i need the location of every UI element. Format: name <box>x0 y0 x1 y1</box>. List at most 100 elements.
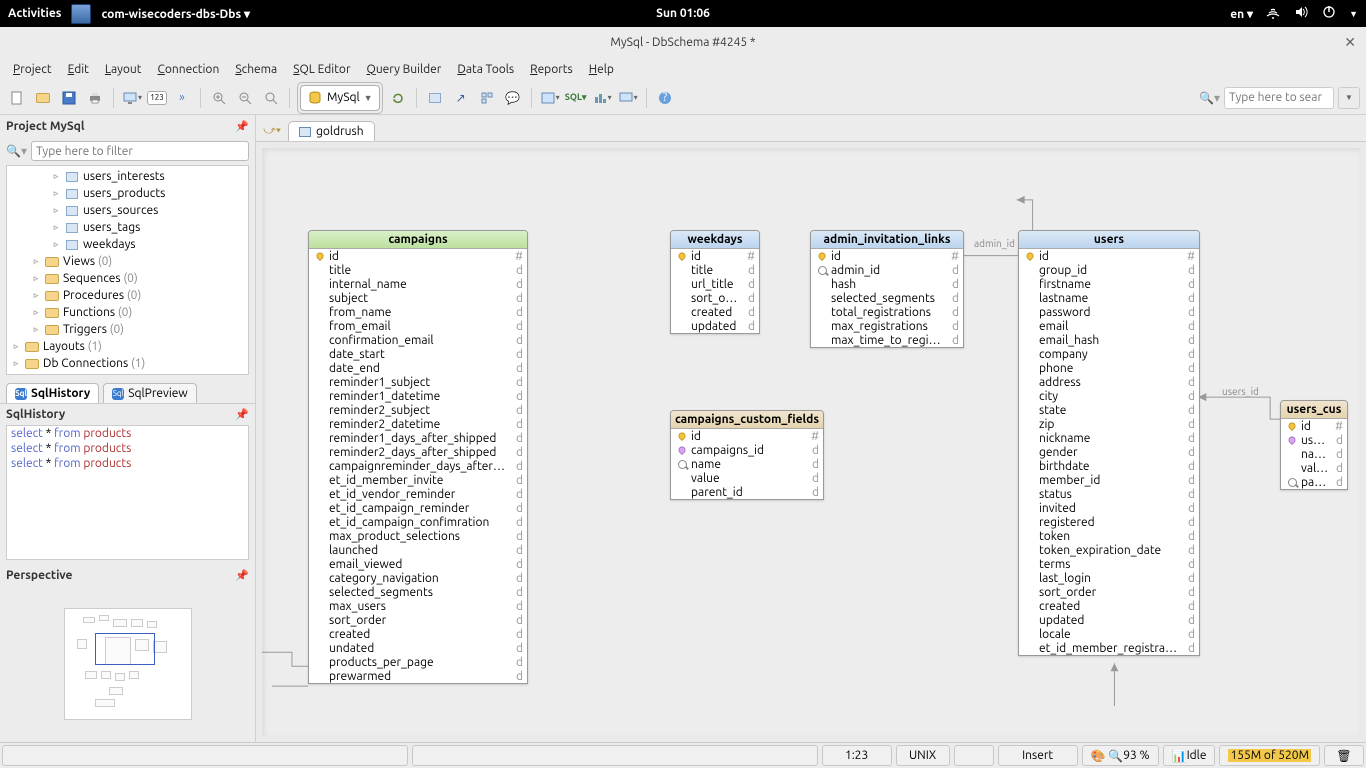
menu-help[interactable]: Help <box>582 61 621 78</box>
menu-query-builder[interactable]: Query Builder <box>360 61 449 78</box>
tree-item[interactable]: ▹users_products <box>7 185 248 202</box>
table-column[interactable]: addressd <box>1019 375 1199 389</box>
table-column[interactable]: launchedd <box>309 543 527 557</box>
table-column[interactable]: registeredd <box>1019 515 1199 529</box>
grid-tool-button[interactable] <box>476 87 498 109</box>
table-campaigns-custom-fields[interactable]: campaigns_custom_fieldsid#campaigns_iddn… <box>670 410 824 500</box>
table-column[interactable]: named <box>671 457 823 471</box>
zoom-out-button[interactable] <box>234 87 256 109</box>
table-column[interactable]: createdd <box>671 305 759 319</box>
table-users[interactable]: usersid#group_iddfirstnamedlastnamedpass… <box>1018 230 1200 656</box>
table-column[interactable]: companyd <box>1019 347 1199 361</box>
table-column[interactable]: selected_segmentsd <box>309 585 527 599</box>
tree-item[interactable]: ▹Layouts (1) <box>7 338 248 355</box>
table-column[interactable]: reminder2_subjectd <box>309 403 527 417</box>
input-lang[interactable]: en ▾ <box>1230 7 1253 21</box>
table-column[interactable]: et_id_campaign_reminderd <box>309 501 527 515</box>
table-column[interactable]: prewarmedd <box>309 669 527 683</box>
tab-sql-history[interactable]: SqlSqlHistory <box>6 383 99 403</box>
table-column[interactable]: total_registrationsd <box>811 305 963 319</box>
table-column[interactable]: localed <box>1019 627 1199 641</box>
table-column[interactable]: birthdated <box>1019 459 1199 473</box>
note-tool-button[interactable]: 💬 <box>502 87 524 109</box>
table-column[interactable]: products_per_paged <box>309 655 527 669</box>
refresh-connection-button[interactable] <box>387 87 409 109</box>
table-column[interactable]: undatedd <box>309 641 527 655</box>
table-column[interactable]: group_idd <box>1019 263 1199 277</box>
table-column[interactable]: reminder2_days_after_shippedd <box>309 445 527 459</box>
chart-tool-button[interactable]: ▾ <box>591 87 613 109</box>
table-header[interactable]: campaigns_custom_fields <box>671 411 823 429</box>
table-column[interactable]: nicknamed <box>1019 431 1199 445</box>
table-column[interactable]: valued <box>671 471 823 485</box>
tree-item[interactable]: ▹Views (0) <box>7 253 248 270</box>
table-column[interactable]: named <box>1281 447 1347 461</box>
table-users-cus[interactable]: users_cusid#users_idnamedvaluedparent_d <box>1280 400 1348 490</box>
sql-history-list[interactable]: select * from productsselect * from prod… <box>6 425 249 560</box>
tree-item[interactable]: ▹Triggers (0) <box>7 321 248 338</box>
search-dropdown-button[interactable]: ▼ <box>1338 87 1360 109</box>
table-header[interactable]: admin_invitation_links <box>811 231 963 249</box>
table-column[interactable]: parent_idd <box>671 485 823 499</box>
table-column[interactable]: token_expiration_dated <box>1019 543 1199 557</box>
table-column[interactable]: subjectd <box>309 291 527 305</box>
table-column[interactable]: statusd <box>1019 487 1199 501</box>
sql-console-button[interactable]: ▾ <box>539 87 561 109</box>
db-type-combo[interactable]: MySql ▼ <box>300 85 380 111</box>
table-column[interactable]: createdd <box>1019 599 1199 613</box>
table-column[interactable]: admin_idd <box>811 263 963 277</box>
menu-edit[interactable]: Edit <box>61 61 96 78</box>
menu-data-tools[interactable]: Data Tools <box>450 61 521 78</box>
tree-item[interactable]: ▹Functions (0) <box>7 304 248 321</box>
table-column[interactable]: sort_orderd <box>671 291 759 305</box>
tree-item[interactable]: ▹Sequences (0) <box>7 270 248 287</box>
table-tool-button[interactable] <box>424 87 446 109</box>
print-button[interactable] <box>84 87 106 109</box>
history-entry[interactable]: select * from products <box>7 441 248 456</box>
table-column[interactable]: hashd <box>811 277 963 291</box>
pin-icon[interactable]: 📌 <box>235 408 249 421</box>
table-column[interactable]: firstnamed <box>1019 277 1199 291</box>
pin-icon[interactable]: 📌 <box>235 569 249 582</box>
table-campaigns[interactable]: campaignsid#titledinternal_namedsubjectd… <box>308 230 528 684</box>
table-column[interactable]: from_named <box>309 305 527 319</box>
table-column[interactable]: id# <box>671 429 823 443</box>
table-column[interactable]: email_hashd <box>1019 333 1199 347</box>
table-column[interactable]: max_usersd <box>309 599 527 613</box>
power-icon[interactable] <box>1321 4 1337 23</box>
tree-item[interactable]: ▹Db Connections (1) <box>7 355 248 372</box>
tree-item[interactable]: ▹users_interests <box>7 168 248 185</box>
status-zoom[interactable]: 🎨 🔍 93 % <box>1082 745 1159 766</box>
table-column[interactable]: selected_segmentsd <box>811 291 963 305</box>
table-column[interactable]: reminder2_datetimed <box>309 417 527 431</box>
table-column[interactable]: category_navigationd <box>309 571 527 585</box>
history-entry[interactable]: select * from products <box>7 456 248 471</box>
table-column[interactable]: date_startd <box>309 347 527 361</box>
table-column[interactable]: titled <box>309 263 527 277</box>
search-input[interactable] <box>1224 87 1334 109</box>
diagram-canvas[interactable]: admin_id users_id campaignsid#titledinte… <box>262 148 1360 736</box>
table-column[interactable]: genderd <box>1019 445 1199 459</box>
clock[interactable]: Sun 01:06 <box>656 7 710 20</box>
tree-item[interactable]: ▹users_sources <box>7 202 248 219</box>
table-column[interactable]: campaigns_idd <box>671 443 823 457</box>
table-column[interactable]: lastnamed <box>1019 291 1199 305</box>
tree-item[interactable]: ▹Procedures (0) <box>7 287 248 304</box>
table-header[interactable]: campaigns <box>309 231 527 249</box>
menu-connection[interactable]: Connection <box>151 61 227 78</box>
column-num-button[interactable]: 123 <box>147 91 167 105</box>
tab-goldrush[interactable]: goldrush <box>288 121 375 141</box>
table-column[interactable]: max_product_selectionsd <box>309 529 527 543</box>
table-column[interactable]: confirmation_emaild <box>309 333 527 347</box>
tab-nav-button[interactable]: ⤻▾ <box>262 121 282 141</box>
table-header[interactable]: weekdays <box>671 231 759 249</box>
menu-schema[interactable]: Schema <box>228 61 284 78</box>
table-column[interactable]: titled <box>671 263 759 277</box>
table-column[interactable]: url_titled <box>671 277 759 291</box>
window-close-button[interactable]: ✕ <box>1344 34 1356 51</box>
table-column[interactable]: invitedd <box>1019 501 1199 515</box>
table-column[interactable]: et_id_member_invited <box>309 473 527 487</box>
table-column[interactable]: max_registrationsd <box>811 319 963 333</box>
volume-icon[interactable] <box>1293 4 1309 23</box>
table-column[interactable]: max_time_to_registerd <box>811 333 963 347</box>
